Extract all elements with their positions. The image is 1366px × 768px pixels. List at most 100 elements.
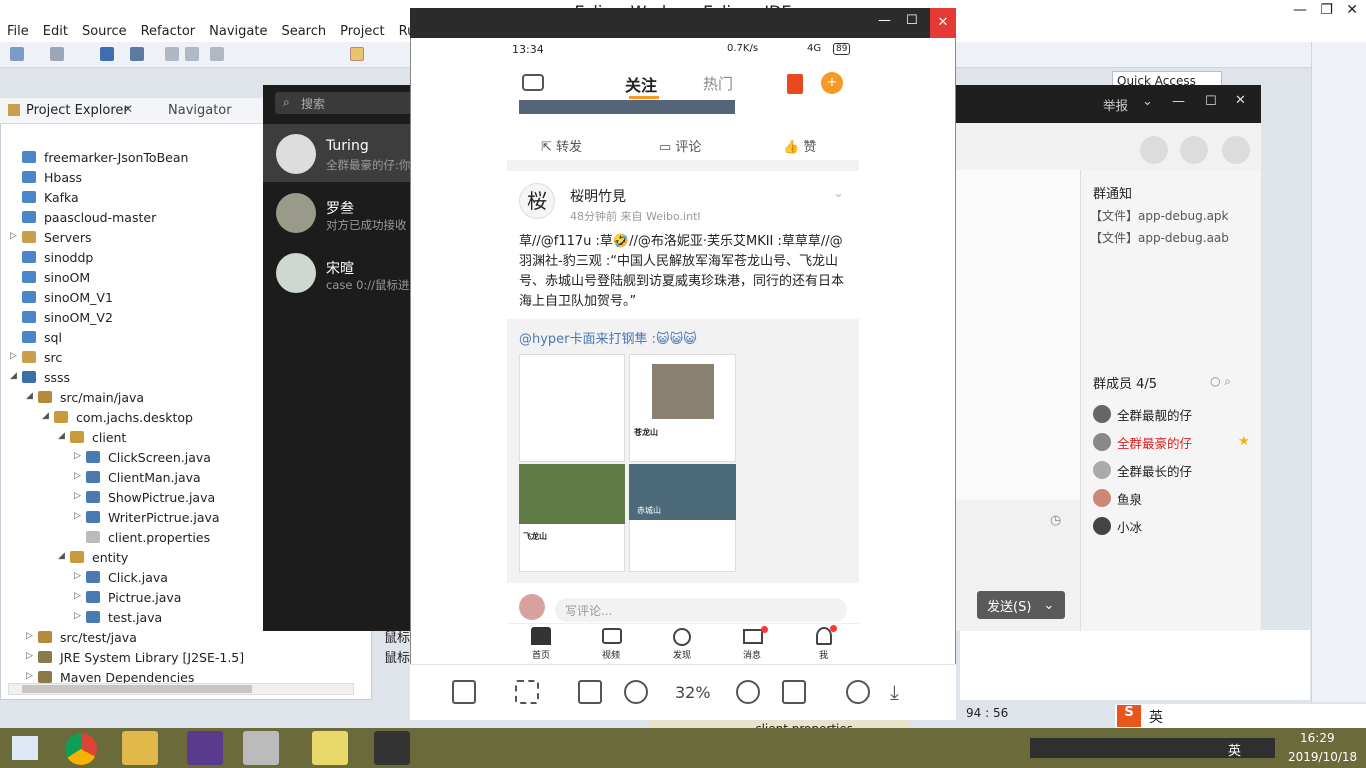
tree-item[interactable]: Hbass: [22, 167, 82, 187]
download-icon[interactable]: ⤓: [890, 680, 899, 704]
tree-item[interactable]: Kafka: [22, 187, 79, 207]
tree-item[interactable]: com.jachs.desktop: [54, 407, 193, 427]
app-icon[interactable]: [374, 731, 410, 765]
post-author[interactable]: 桜明竹見: [570, 186, 626, 206]
maximize-icon[interactable]: ☐: [906, 13, 918, 28]
expand-arrow-icon[interactable]: ▷: [10, 231, 20, 241]
search-input[interactable]: ⌕ 搜索: [275, 92, 415, 114]
save-icon[interactable]: [50, 47, 64, 61]
skip-breakpoints-icon[interactable]: [130, 47, 144, 61]
tree-item[interactable]: Servers: [22, 227, 92, 247]
discover-icon[interactable]: [673, 628, 691, 646]
tab-hot[interactable]: 热门: [703, 73, 733, 94]
minimize-icon[interactable]: —: [878, 13, 891, 28]
expand-arrow-icon[interactable]: ◢: [58, 551, 68, 561]
tree-item[interactable]: src/main/java: [38, 387, 144, 407]
menu-navigate[interactable]: Navigate: [202, 22, 274, 42]
add-icon[interactable]: +: [821, 72, 843, 94]
expand-arrow-icon[interactable]: ▷: [26, 671, 36, 681]
tree-item[interactable]: test.java: [86, 607, 162, 627]
more-icon[interactable]: [1222, 136, 1250, 164]
expand-arrow-icon[interactable]: ▷: [74, 611, 84, 621]
history-icon[interactable]: ◷: [1050, 513, 1061, 528]
tree-item[interactable]: JRE System Library [J2SE-1.5]: [38, 647, 244, 667]
comment-input[interactable]: 写评论...: [555, 598, 847, 622]
tree-item[interactable]: sinoOM: [22, 267, 90, 287]
zoom-out-icon[interactable]: [624, 680, 648, 704]
expand-arrow-icon[interactable]: ◢: [10, 371, 20, 381]
home-icon[interactable]: [531, 627, 551, 645]
expand-arrow-icon[interactable]: ▷: [26, 631, 36, 641]
tree-item[interactable]: sql: [22, 327, 62, 347]
tab-follow[interactable]: 关注: [625, 72, 657, 96]
clock-date[interactable]: 2019/10/18: [1288, 750, 1357, 764]
notice-item[interactable]: 【文件】app-debug.aab: [1090, 229, 1229, 246]
file-explorer-icon[interactable]: [122, 731, 158, 765]
tree-item[interactable]: client.properties: [86, 527, 210, 547]
chevron-down-icon[interactable]: ⌄: [833, 186, 844, 201]
rotate-icon[interactable]: [846, 680, 870, 704]
comment-button[interactable]: ▭ 评论: [659, 136, 701, 155]
tree-item[interactable]: freemarker-JsonToBean: [22, 147, 188, 167]
tree-item[interactable]: paascloud-master: [22, 207, 156, 227]
close-icon[interactable]: ✕: [1235, 93, 1246, 108]
resume-icon[interactable]: [165, 47, 179, 61]
tree-item[interactable]: ShowPictrue.java: [86, 487, 215, 507]
help-icon[interactable]: [312, 731, 348, 765]
video-icon[interactable]: [602, 628, 622, 644]
expand-arrow-icon[interactable]: ▷: [10, 351, 20, 361]
notice-item[interactable]: 【文件】app-debug.apk: [1090, 207, 1229, 224]
tree-item[interactable]: WriterPictrue.java: [86, 507, 220, 527]
nav-home[interactable]: 首页: [532, 648, 550, 661]
tree-item[interactable]: sinoOM_V2: [22, 307, 113, 327]
tree-item[interactable]: sinoddp: [22, 247, 93, 267]
expand-arrow-icon[interactable]: ▷: [74, 511, 84, 521]
minimize-icon[interactable]: —: [1172, 94, 1185, 109]
scrollbar-thumb[interactable]: [22, 685, 252, 693]
chevron-down-icon[interactable]: ⌄: [1043, 598, 1054, 613]
tree-item[interactable]: sinoOM_V1: [22, 287, 113, 307]
expand-arrow-icon[interactable]: ▷: [74, 591, 84, 601]
tree-item[interactable]: ClickScreen.java: [86, 447, 211, 467]
nav-video[interactable]: 视频: [602, 648, 620, 661]
nav-message[interactable]: 消息: [743, 648, 761, 661]
tray-lang[interactable]: 英: [1228, 740, 1241, 759]
actual-size-icon[interactable]: [782, 680, 806, 704]
suspend-icon[interactable]: [185, 47, 199, 61]
expand-arrow-icon[interactable]: ▷: [74, 491, 84, 501]
expand-arrow-icon[interactable]: ▷: [74, 451, 84, 461]
like-button[interactable]: 👍 赞: [783, 136, 816, 155]
tree-item[interactable]: ssss: [22, 367, 70, 387]
menu-project[interactable]: Project: [333, 22, 391, 42]
tab-navigator[interactable]: Navigator: [168, 103, 232, 118]
chrome-icon[interactable]: [65, 733, 97, 765]
send-button[interactable]: 发送(S) ⌄: [977, 591, 1065, 619]
expand-arrow-icon[interactable]: ▷: [74, 571, 84, 581]
add-chat-icon[interactable]: [1180, 136, 1208, 164]
close-icon[interactable]: ✕: [123, 102, 133, 116]
close-icon[interactable]: ✕: [930, 8, 956, 38]
menu-search[interactable]: Search: [274, 22, 333, 42]
menu-source[interactable]: Source: [75, 22, 134, 42]
zoom-in-icon[interactable]: [736, 680, 760, 704]
qq-icon[interactable]: [243, 731, 279, 765]
expand-arrow-icon[interactable]: ◢: [58, 431, 68, 441]
fullscreen-icon[interactable]: [578, 680, 602, 704]
thumbnails-icon[interactable]: [452, 680, 476, 704]
menu-edit[interactable]: Edit: [36, 22, 75, 42]
member-item[interactable]: 小冰: [1093, 515, 1142, 537]
nav-me[interactable]: 我: [819, 648, 828, 661]
new-icon[interactable]: [10, 47, 24, 61]
camera-icon[interactable]: [522, 74, 544, 91]
sogou-icon[interactable]: S: [1117, 705, 1141, 727]
ime-lang[interactable]: 英: [1149, 707, 1163, 727]
nav-discover[interactable]: 发现: [673, 648, 691, 661]
expand-arrow-icon[interactable]: ◢: [42, 411, 52, 421]
tree-item[interactable]: entity: [70, 547, 128, 567]
clock-time[interactable]: 16:29: [1300, 731, 1335, 745]
search-icon[interactable]: ○ ⌕: [1210, 374, 1231, 389]
expand-arrow-icon[interactable]: ▷: [26, 651, 36, 661]
repost-button[interactable]: ⇱ 转发: [541, 136, 582, 155]
red-packet-icon[interactable]: [787, 74, 803, 94]
tree-item[interactable]: Click.java: [86, 567, 168, 587]
